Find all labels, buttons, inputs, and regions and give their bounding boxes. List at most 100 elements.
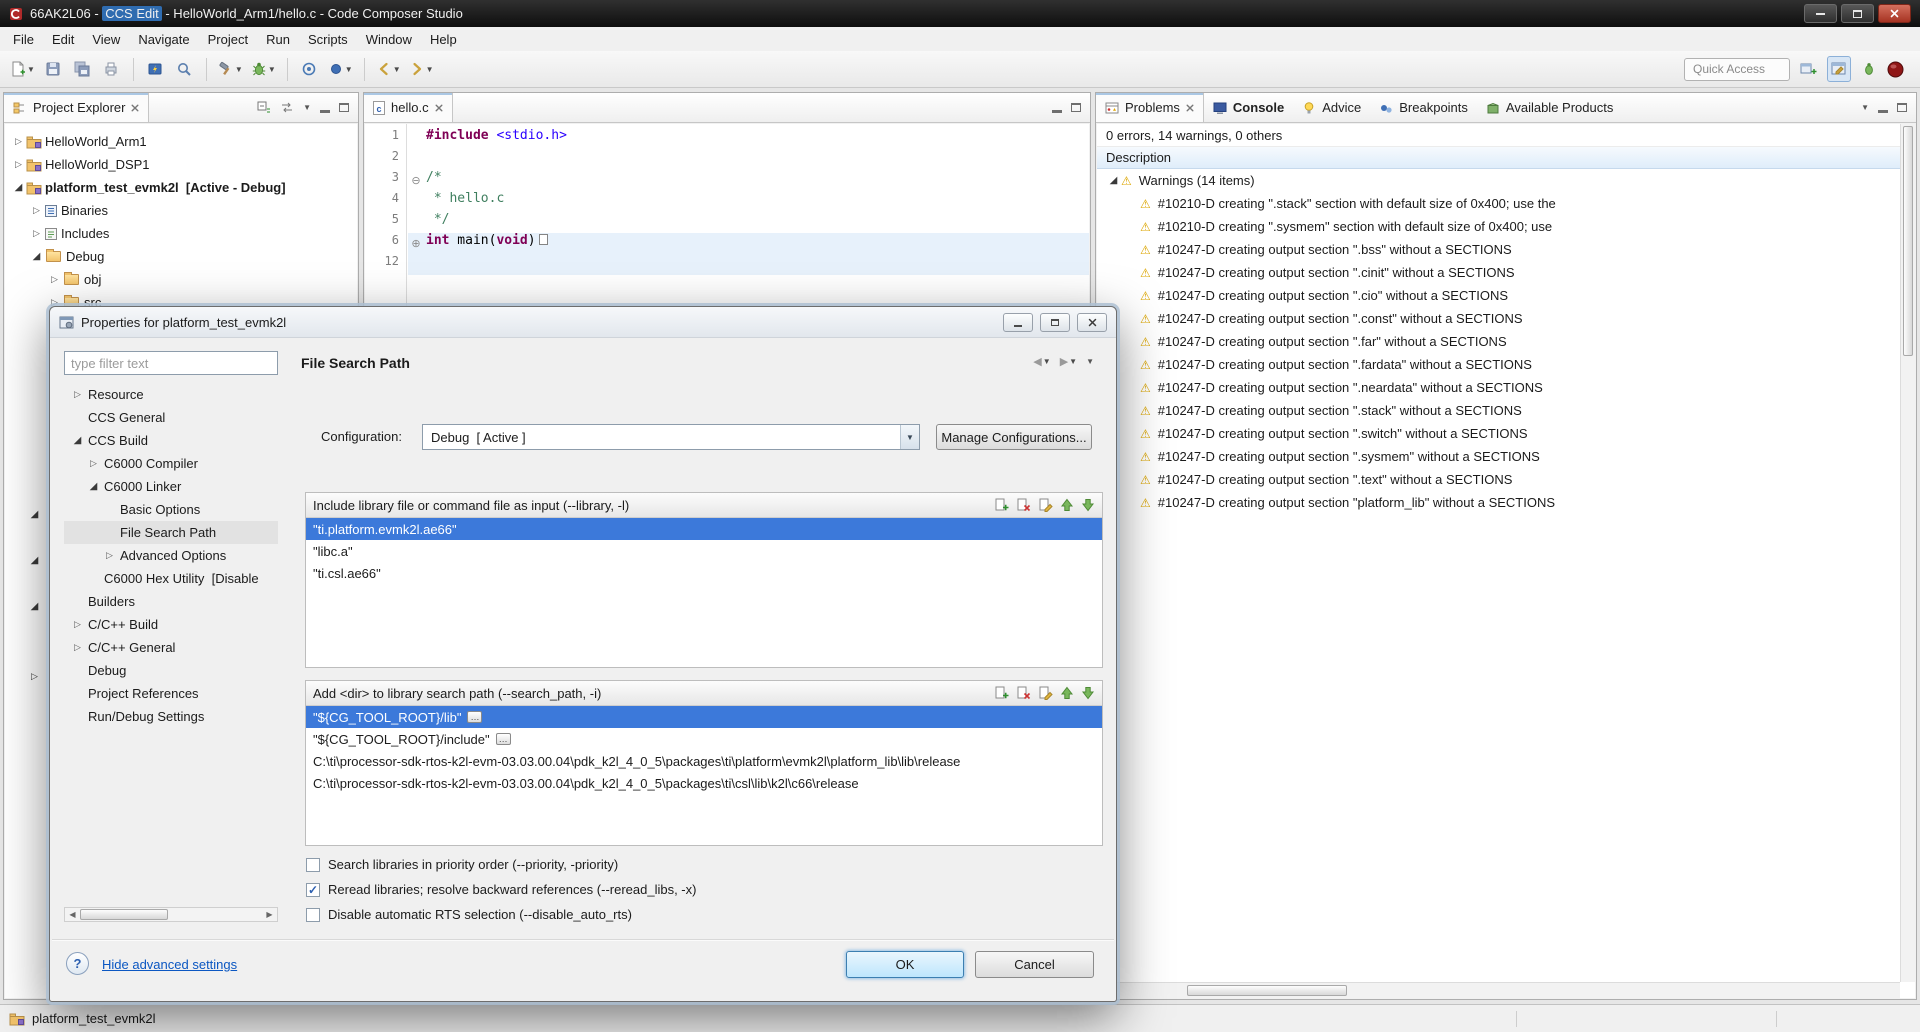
chevron-right-icon[interactable]: ▷ <box>47 274 62 285</box>
search-path-item[interactable]: "${CG_TOOL_ROOT}/lib"… <box>306 706 1102 728</box>
scroll-right-icon[interactable]: ▶ <box>262 908 277 921</box>
checkbox-unchecked[interactable] <box>306 857 320 872</box>
tree-item[interactable]: C6000 Hex Utility [Disable <box>64 567 278 590</box>
maximize-view-icon[interactable] <box>339 103 349 112</box>
open-perspective-button[interactable] <box>1797 56 1820 82</box>
save-all-button[interactable] <box>69 56 96 82</box>
library-list-item[interactable]: "ti.csl.ae66" <box>306 562 1102 584</box>
problem-row[interactable]: ⚠ #10210-D creating ".sysmem" section wit… <box>1097 215 1915 238</box>
warnings-group-row[interactable]: ◢ ⚠ Warnings (14 items) <box>1097 169 1915 192</box>
filter-input[interactable] <box>64 351 278 375</box>
connect-target-button[interactable] <box>296 56 323 82</box>
minimize-view-icon[interactable] <box>1052 109 1062 113</box>
problem-row[interactable]: ⚠ #10247-D creating output section ".stac… <box>1097 399 1915 422</box>
checkbox-unchecked[interactable] <box>306 907 320 922</box>
forward-nav-button[interactable]: ▶ ▼ <box>1060 355 1077 368</box>
problem-row[interactable]: ⚠ #10247-D creating output section ".swit… <box>1097 422 1915 445</box>
chevron-expanded-icon[interactable]: ◢ <box>1106 175 1121 186</box>
fold-collapse-icon[interactable]: ⊖ <box>409 170 423 191</box>
menu-item-scripts[interactable]: Scripts <box>299 29 357 50</box>
maximize-button[interactable] <box>1841 4 1874 23</box>
quick-access-field[interactable]: Quick Access <box>1684 57 1790 81</box>
build-button[interactable]: ▼ <box>215 56 246 82</box>
delete-icon[interactable] <box>1016 498 1031 512</box>
delete-icon[interactable] <box>1016 686 1031 700</box>
close-button[interactable] <box>1878 4 1911 23</box>
minimize-button[interactable] <box>1804 4 1837 23</box>
priority-order-option[interactable]: Search libraries in priority order (--pr… <box>306 857 618 872</box>
tree-item[interactable]: ▷ C6000 Compiler <box>64 452 278 475</box>
ok-button[interactable]: OK <box>846 951 964 978</box>
menu-item-file[interactable]: File <box>4 29 43 50</box>
problem-row[interactable]: ⚠ #10247-D creating output section ".text… <box>1097 468 1915 491</box>
collapse-all-icon[interactable] <box>257 101 271 114</box>
chevron-right-icon[interactable]: ▷ <box>11 136 26 147</box>
close-icon[interactable] <box>435 104 443 112</box>
back-button[interactable]: ▼ <box>373 56 404 82</box>
tab-problems[interactable]: Problems <box>1096 93 1204 122</box>
maximize-view-icon[interactable] <box>1071 103 1081 112</box>
scrollbar-thumb[interactable] <box>1187 985 1347 996</box>
maximize-view-icon[interactable] <box>1897 103 1907 112</box>
problem-row[interactable]: ⚠ #10247-D creating output section "platf… <box>1097 491 1915 514</box>
tree-expand-arrow[interactable]: ◢ <box>27 555 42 566</box>
vertical-scrollbar[interactable] <box>1900 124 1915 982</box>
scroll-left-icon[interactable]: ◀ <box>65 908 80 921</box>
forward-button[interactable]: ▼ <box>406 56 437 82</box>
minimize-view-icon[interactable] <box>320 109 330 113</box>
disable-auto-rts-option[interactable]: Disable automatic RTS selection (--disab… <box>306 907 632 922</box>
menu-item-help[interactable]: Help <box>421 29 466 50</box>
horizontal-scrollbar[interactable] <box>1097 982 1900 998</box>
view-menu-icon[interactable]: ▼ <box>1861 103 1869 112</box>
description-column-header[interactable]: Description <box>1097 147 1915 169</box>
ccs-edit-perspective-button[interactable] <box>1827 56 1851 82</box>
problem-row[interactable]: ⚠ #10247-D creating output section ".cons… <box>1097 307 1915 330</box>
move-down-icon[interactable] <box>1081 498 1095 512</box>
manage-configurations-button[interactable]: Manage Configurations... <box>936 424 1092 450</box>
view-menu-icon[interactable]: ▼ <box>1086 357 1094 366</box>
tree-item[interactable]: ◢ Debug <box>5 245 357 268</box>
tree-item[interactable]: ▷ HelloWorld_Arm1 <box>5 130 357 153</box>
tree-item-active-project[interactable]: ◢ platform_test_evmk2l [Active - Debug] <box>5 176 357 199</box>
chevron-right-icon[interactable]: ▷ <box>70 619 85 630</box>
cancel-button[interactable]: Cancel <box>975 951 1094 978</box>
dialog-close-button[interactable] <box>1077 312 1107 332</box>
tree-item[interactable]: Builders <box>64 590 278 613</box>
chevron-right-icon[interactable]: ▷ <box>29 228 44 239</box>
close-icon[interactable] <box>131 104 139 112</box>
tab-available-products[interactable]: Available Products <box>1477 93 1622 122</box>
reread-libs-option[interactable]: Reread libraries; resolve backward refer… <box>306 882 696 897</box>
chevron-expanded-icon[interactable]: ◢ <box>11 182 26 193</box>
tree-item[interactable]: ▷ Advanced Options <box>64 544 278 567</box>
tree-item[interactable]: ◢ CCS Build <box>64 429 278 452</box>
menu-item-view[interactable]: View <box>83 29 129 50</box>
tree-item[interactable]: ▷ Binaries <box>5 199 357 222</box>
tree-item[interactable]: ▷ Includes <box>5 222 357 245</box>
chevron-right-icon[interactable]: ▷ <box>11 159 26 170</box>
problem-row[interactable]: ⚠ #10247-D creating output section ".near… <box>1097 376 1915 399</box>
flash-button[interactable] <box>142 56 169 82</box>
checkbox-checked[interactable] <box>306 882 320 897</box>
help-button[interactable]: ? <box>66 952 89 975</box>
problem-row[interactable]: ⚠ #10210-D creating ".stack" section with… <box>1097 192 1915 215</box>
tab-console[interactable]: Console <box>1204 93 1293 122</box>
edit-icon[interactable] <box>1038 498 1053 512</box>
minimize-view-icon[interactable] <box>1878 109 1888 113</box>
breakpoint-button[interactable]: ▼ <box>325 56 356 82</box>
debug-button[interactable]: ▼ <box>248 56 279 82</box>
search-path-item[interactable]: C:\ti\processor-sdk-rtos-k2l-evm-03.03.0… <box>306 772 1102 794</box>
problem-row[interactable]: ⚠ #10247-D creating output section ".bss"… <box>1097 238 1915 261</box>
collapsed-region-icon[interactable] <box>538 234 548 245</box>
problem-row[interactable]: ⚠ #10247-D creating output section ".far"… <box>1097 330 1915 353</box>
link-with-editor-icon[interactable] <box>280 101 294 114</box>
tab-breakpoints[interactable]: Breakpoints <box>1370 93 1477 122</box>
dialog-maximize-button[interactable] <box>1040 312 1070 332</box>
dialog-titlebar[interactable]: Properties for platform_test_evmk2l <box>50 307 1116 338</box>
chevron-expanded-icon[interactable]: ◢ <box>86 481 101 492</box>
tab-project-explorer[interactable]: Project Explorer <box>4 93 150 122</box>
fold-expand-icon[interactable]: ⊕ <box>409 233 423 254</box>
menu-item-navigate[interactable]: Navigate <box>129 29 198 50</box>
tree-expand-arrow[interactable]: ◢ <box>27 509 42 520</box>
tree-horizontal-scrollbar[interactable]: ◀ ▶ <box>64 907 278 922</box>
menu-item-run[interactable]: Run <box>257 29 299 50</box>
